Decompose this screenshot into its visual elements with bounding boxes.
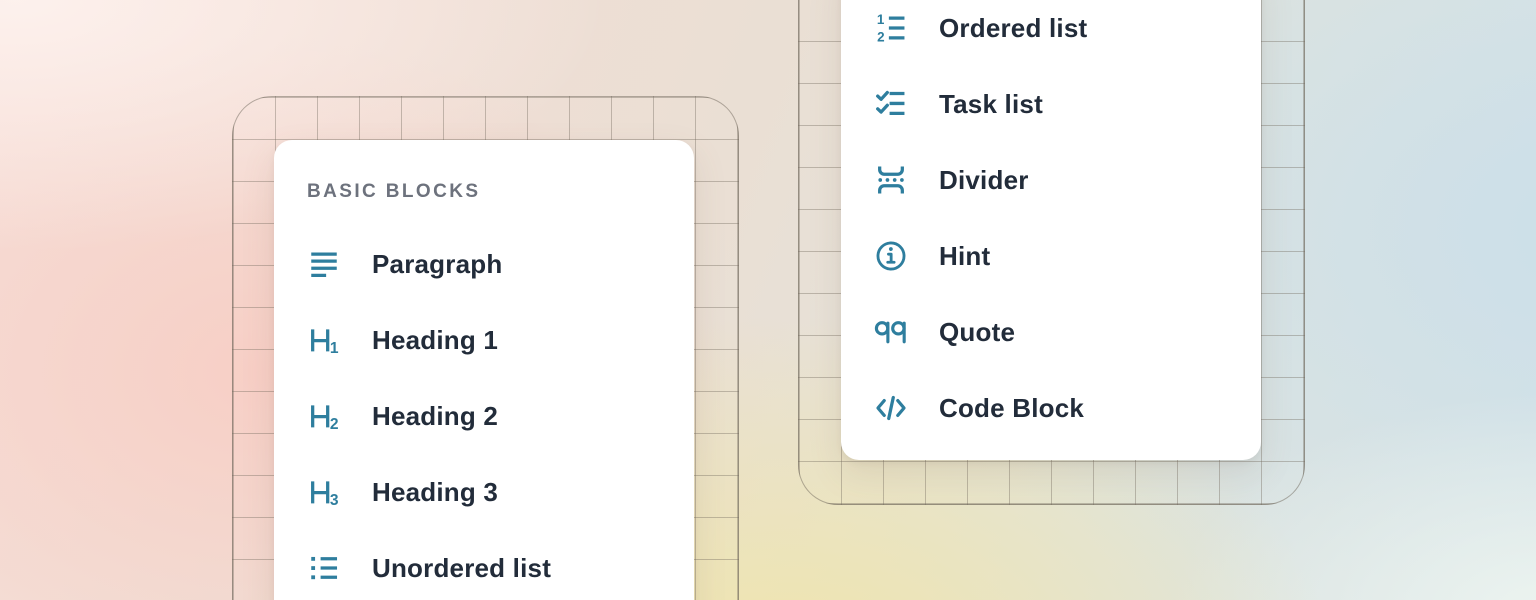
- menu-item-label: Quote: [939, 317, 1015, 348]
- paragraph-icon: [307, 247, 341, 281]
- svg-text:2: 2: [877, 30, 884, 45]
- svg-text:1: 1: [877, 12, 885, 27]
- menu-item-label: Code Block: [939, 393, 1084, 424]
- heading-1-icon: 1: [307, 323, 341, 357]
- menu-item-hint[interactable]: Hint: [841, 218, 1261, 294]
- basic-blocks-menu: BASIC BLOCKS Paragraph 1 Heading 1 2 Heading…: [274, 140, 694, 600]
- menu-item-quote[interactable]: Quote: [841, 294, 1261, 370]
- menu-item-heading-2[interactable]: 2 Heading 2: [274, 378, 694, 454]
- section-title: BASIC BLOCKS: [307, 182, 694, 202]
- background: BASIC BLOCKS Paragraph 1 Heading 1 2 Heading…: [0, 0, 1536, 600]
- left-menu-list: Paragraph 1 Heading 1 2 Heading 2 3 Heading 3 U…: [274, 226, 694, 600]
- unordered-list-icon: [307, 551, 341, 585]
- menu-item-divider[interactable]: Divider: [841, 142, 1261, 218]
- task-list-icon: [874, 87, 908, 121]
- code-block-icon: [874, 391, 908, 425]
- menu-item-label: Heading 1: [372, 325, 498, 356]
- heading-3-icon: 3: [307, 475, 341, 509]
- menu-item-label: Hint: [939, 241, 990, 272]
- svg-text:3: 3: [330, 492, 339, 509]
- menu-item-label: Unordered list: [372, 553, 551, 584]
- menu-item-label: Heading 2: [372, 401, 498, 432]
- svg-text:1: 1: [330, 340, 339, 357]
- ordered-list-icon: 12: [874, 11, 908, 45]
- menu-item-heading-3[interactable]: 3 Heading 3: [274, 454, 694, 530]
- menu-item-label: Ordered list: [939, 13, 1087, 44]
- svg-text:2: 2: [330, 416, 339, 433]
- menu-item-ordered-list[interactable]: 12Ordered list: [841, 0, 1261, 66]
- menu-item-label: Task list: [939, 89, 1043, 120]
- menu-item-task-list[interactable]: Task list: [841, 66, 1261, 142]
- menu-item-label: Divider: [939, 165, 1029, 196]
- quote-icon: [874, 315, 908, 349]
- menu-item-code-block[interactable]: Code Block: [841, 370, 1261, 446]
- menu-item-heading-1[interactable]: 1 Heading 1: [274, 302, 694, 378]
- menu-item-unordered-list[interactable]: Unordered list: [274, 530, 694, 600]
- right-menu-list: 12Ordered listTask listDividerHintQuoteC…: [841, 0, 1261, 446]
- hint-icon: [874, 239, 908, 273]
- blocks-menu-continued: 12Ordered listTask listDividerHintQuoteC…: [841, 0, 1261, 460]
- divider-icon: [874, 163, 908, 197]
- heading-2-icon: 2: [307, 399, 341, 433]
- menu-item-paragraph[interactable]: Paragraph: [274, 226, 694, 302]
- menu-item-label: Paragraph: [372, 249, 502, 280]
- menu-item-label: Heading 3: [372, 477, 498, 508]
